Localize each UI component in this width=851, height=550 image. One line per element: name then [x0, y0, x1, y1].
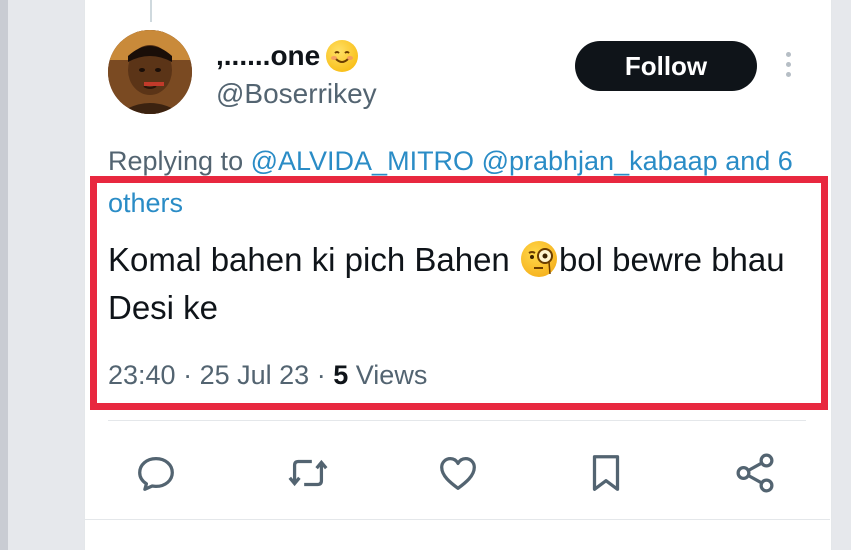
retweet-button[interactable]: [285, 450, 331, 496]
meta-separator: ·: [183, 360, 193, 390]
bookmark-button[interactable]: [583, 450, 629, 496]
monocle-face-emoji-icon: [520, 241, 557, 277]
replying-to-line: Replying to @ALVIDA_MITRO @prabhjan_kaba…: [108, 140, 818, 224]
thread-connector-line: [150, 0, 152, 22]
tweet-time[interactable]: 23:40: [108, 360, 176, 390]
user-handle[interactable]: @Boserrikey: [216, 78, 377, 110]
left-edge-strip: [0, 0, 8, 550]
share-button[interactable]: [732, 450, 778, 496]
avatar[interactable]: [108, 30, 192, 114]
tweet-date[interactable]: 25 Jul 23: [200, 360, 310, 390]
mention-link[interactable]: @ALVIDA_MITRO: [251, 146, 474, 176]
tweet-metadata: 23:40 · 25 Jul 23 · 5 Views: [108, 360, 427, 391]
reply-icon: [138, 456, 174, 491]
meta-separator: ·: [316, 360, 326, 390]
bookmark-icon: [592, 455, 620, 491]
divider: [108, 420, 806, 421]
like-button[interactable]: [435, 450, 481, 496]
heart-icon: [440, 456, 476, 490]
avatar-image: [108, 30, 192, 114]
divider: [84, 519, 830, 520]
reply-button[interactable]: [133, 450, 179, 496]
retweet-icon: [288, 459, 328, 487]
tweet-text-part: Komal bahen ki pich Bahen: [108, 241, 510, 278]
mention-link[interactable]: @prabhjan_kabaap: [482, 146, 718, 176]
more-vertical-icon[interactable]: [782, 52, 794, 82]
replying-prefix: Replying to: [108, 146, 244, 176]
views-count: 5: [333, 360, 349, 390]
tweet-text: Komal bahen ki pich Bahen bol bewre bhau…: [108, 236, 808, 332]
smiling-face-emoji-icon: [326, 40, 359, 72]
display-name-text: ,......one: [216, 40, 321, 71]
share-icon: [736, 453, 774, 493]
display-name[interactable]: ,......one: [216, 40, 359, 72]
views-label: Views: [355, 360, 428, 390]
follow-button[interactable]: Follow: [575, 41, 757, 91]
